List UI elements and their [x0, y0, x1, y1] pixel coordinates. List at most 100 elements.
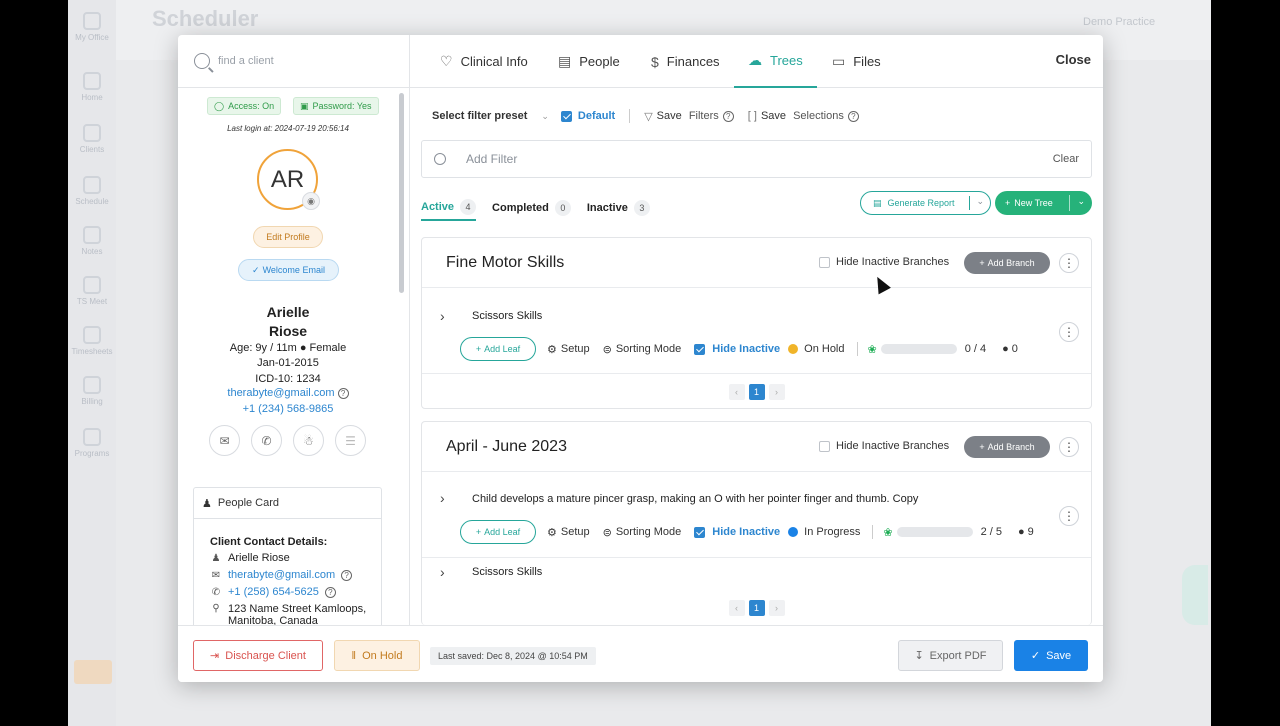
- next-page-button[interactable]: ›: [768, 600, 785, 616]
- close-button[interactable]: Close: [1056, 52, 1091, 67]
- folder-icon: ▭: [832, 53, 846, 69]
- tab-people[interactable]: ▤ People: [558, 35, 620, 88]
- more-options-icon[interactable]: ⋮: [1059, 437, 1079, 457]
- briefcase-icon: [83, 12, 101, 30]
- tree-icon: ☁: [748, 52, 762, 68]
- add-leaf-button[interactable]: + Add Leaf: [460, 520, 536, 544]
- chevron-right-icon[interactable]: ›: [440, 564, 445, 580]
- leaf-icon: ❀: [867, 343, 877, 356]
- help-icon[interactable]: ?: [722, 110, 734, 122]
- location-pin-icon: ⚲: [212, 603, 220, 614]
- contact-address-row: ⚲ 123 Name Street Kamloops, Manitoba, Cana…: [210, 603, 381, 627]
- hide-inactive-branches-checkbox[interactable]: [819, 256, 830, 268]
- chevron-right-icon[interactable]: ›: [440, 308, 445, 324]
- next-page-button[interactable]: ›: [768, 384, 785, 400]
- prev-page-button[interactable]: ‹: [728, 384, 745, 400]
- save-filters-button[interactable]: Save Filters: [657, 110, 719, 122]
- add-branch-button[interactable]: + Add Branch: [964, 252, 1050, 274]
- plus-icon: +: [1005, 198, 1011, 208]
- bg-nav-schedule: Schedule: [68, 176, 116, 206]
- user-icon: [83, 124, 101, 142]
- hide-inactive-checkbox[interactable]: [694, 526, 706, 538]
- default-preset-checkbox[interactable]: [560, 110, 572, 122]
- new-tree-button[interactable]: + New Tree ⌄: [995, 191, 1092, 215]
- help-icon[interactable]: ?: [337, 387, 349, 399]
- more-options-icon[interactable]: ⋮: [1059, 322, 1079, 342]
- help-icon[interactable]: ?: [341, 569, 353, 581]
- add-filter-bar[interactable]: Add Filter Clear: [421, 140, 1092, 178]
- hide-inactive-checkbox[interactable]: [694, 343, 706, 355]
- comment-icon: ●: [1002, 343, 1009, 355]
- tab-finances[interactable]: $ Finances: [651, 35, 720, 88]
- default-preset-label[interactable]: Default: [578, 110, 615, 122]
- portal-action-icon[interactable]: ☃: [293, 425, 324, 456]
- welcome-email-button[interactable]: ✓ Welcome Email: [238, 259, 339, 281]
- page-button[interactable]: 1: [748, 384, 765, 400]
- plus-icon: +: [475, 527, 482, 537]
- chevron-down-icon[interactable]: ⌄: [976, 196, 984, 207]
- hide-inactive-branches-toggle[interactable]: Hide Inactive Branches: [819, 256, 949, 268]
- hide-inactive-label[interactable]: Hide Inactive: [712, 343, 780, 355]
- more-options-icon[interactable]: ⋮: [1059, 506, 1079, 526]
- generate-report-button[interactable]: ▤ Generate Report ⌄: [860, 191, 991, 215]
- camera-icon[interactable]: ◉: [302, 192, 320, 210]
- prev-page-button[interactable]: ‹: [728, 600, 745, 616]
- user-icon: ♟: [211, 552, 221, 564]
- add-filter-input[interactable]: Add Filter: [466, 152, 517, 166]
- sorting-mode-button[interactable]: Sorting Mode: [616, 343, 681, 355]
- chevron-down-icon[interactable]: ⌄: [1077, 196, 1085, 207]
- bg-nav-timesheets: Timesheets: [68, 326, 116, 356]
- client-phone-link[interactable]: +1 (234) 568-9865: [178, 403, 398, 415]
- help-icon[interactable]: ?: [324, 586, 336, 598]
- people-card-header[interactable]: ♟ People Card: [194, 488, 381, 519]
- save-button[interactable]: ✓ Save: [1014, 640, 1088, 671]
- tab-files[interactable]: ▭ Files: [832, 35, 881, 88]
- export-pdf-button[interactable]: ↧ Export PDF: [898, 640, 1003, 671]
- client-search-input[interactable]: [218, 55, 388, 67]
- edit-profile-button[interactable]: Edit Profile: [253, 226, 323, 248]
- client-email-link[interactable]: therabyte@gmail.com: [227, 387, 334, 399]
- setup-button[interactable]: Setup: [561, 343, 590, 355]
- save-selections-button[interactable]: Save Selections: [761, 110, 844, 122]
- discharge-client-button[interactable]: ⇥ Discharge Client: [193, 640, 323, 671]
- add-branch-button[interactable]: + Add Branch: [964, 436, 1050, 458]
- sorting-mode-button[interactable]: Sorting Mode: [616, 526, 681, 538]
- subtab-completed[interactable]: Completed 0: [492, 195, 571, 221]
- chevron-right-icon[interactable]: ›: [440, 490, 445, 506]
- status-badge: On Hold: [804, 343, 845, 355]
- people-icon: ♟: [202, 497, 212, 510]
- branch-row: › Scissors Skills ⋮ + Add Leaf ⚙ Setup ⊜ …: [422, 288, 1091, 374]
- client-first-name: Arielle: [266, 304, 310, 320]
- client-sidebar: ◯Access: On ▣Password: Yes Last login at…: [178, 35, 410, 637]
- search-icon: [434, 153, 446, 165]
- hide-inactive-label[interactable]: Hide Inactive: [712, 526, 780, 538]
- subtab-active[interactable]: Active 4: [421, 195, 477, 221]
- sidebar-scrollbar[interactable]: [399, 93, 404, 293]
- email-action-icon[interactable]: ✉: [209, 425, 240, 456]
- help-icon[interactable]: ?: [847, 110, 859, 122]
- setup-button[interactable]: Setup: [561, 526, 590, 538]
- phone-action-icon[interactable]: ✆: [251, 425, 282, 456]
- tree-card: Fine Motor Skills Hide Inactive Branches…: [421, 237, 1092, 409]
- on-hold-button[interactable]: ‖ On Hold: [334, 640, 420, 671]
- help-tab[interactable]: [1182, 565, 1208, 625]
- add-leaf-button[interactable]: + Add Leaf: [460, 337, 536, 361]
- hide-inactive-branches-toggle[interactable]: Hide Inactive Branches: [819, 440, 949, 452]
- subtab-inactive[interactable]: Inactive 3: [587, 195, 650, 221]
- filter-preset-select[interactable]: Select filter preset: [432, 110, 527, 122]
- hide-inactive-branches-checkbox[interactable]: [819, 440, 830, 452]
- client-email-row: therabyte@gmail.com ?: [178, 387, 398, 399]
- document-action-icon[interactable]: ☰: [335, 425, 366, 456]
- chevron-down-icon[interactable]: ⌄: [541, 111, 549, 122]
- bg-nav-home: Home: [68, 72, 116, 102]
- clear-filter-button[interactable]: Clear: [1053, 153, 1079, 165]
- avatar[interactable]: AR ◉: [257, 149, 320, 210]
- more-options-icon[interactable]: ⋮: [1059, 253, 1079, 273]
- tree-title: April - June 2023: [446, 438, 567, 455]
- pagination: ‹ 1 ›: [422, 600, 1091, 616]
- tab-clinical-info[interactable]: ♡ Clinical Info: [440, 35, 528, 88]
- tab-trees[interactable]: ☁ Trees: [734, 35, 817, 88]
- toggle-icon: ⊜: [602, 526, 612, 539]
- page-button[interactable]: 1: [748, 600, 765, 616]
- bg-nav-ts-meet: TS Meet: [68, 276, 116, 306]
